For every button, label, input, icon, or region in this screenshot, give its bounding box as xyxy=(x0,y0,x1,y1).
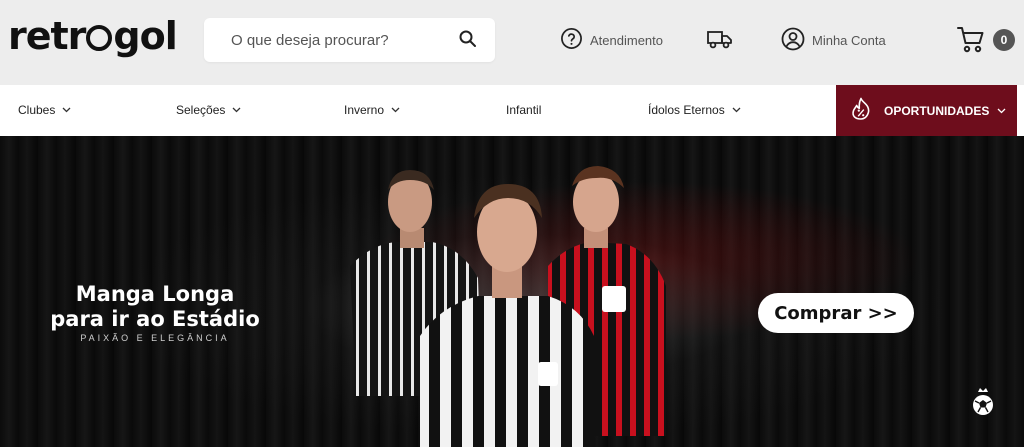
nav-label: Ídolos Eternos xyxy=(648,103,725,117)
support-link[interactable]: Atendimento xyxy=(560,27,663,53)
user-circle-icon xyxy=(781,27,812,54)
nav-label: Inverno xyxy=(344,103,385,117)
cart-count-badge[interactable]: 0 xyxy=(993,29,1015,51)
logo-text-start: retr xyxy=(8,14,86,58)
discount-flame-icon xyxy=(850,97,872,124)
delivery-link[interactable] xyxy=(707,29,740,52)
nav-label: Seleções xyxy=(176,103,226,117)
chevron-down-icon xyxy=(62,107,71,113)
nav-item-selecoes[interactable]: Seleções xyxy=(176,103,241,117)
hero-title-line-2: para ir ao Estádio xyxy=(50,307,260,331)
nav-label: Clubes xyxy=(18,103,56,117)
main-navigation: Clubes Seleções Inverno Infantil Ídolos … xyxy=(0,85,1024,136)
hero-title-line-1: Manga Longa xyxy=(75,282,235,306)
cart-icon[interactable] xyxy=(956,24,986,59)
search-input[interactable] xyxy=(204,18,444,62)
nav-label: Infantil xyxy=(506,103,542,117)
chevron-down-icon xyxy=(232,107,241,113)
ball-icon xyxy=(86,25,113,51)
top-header: retrgol Atendimento Minha Conta 0 xyxy=(0,0,1024,85)
nav-item-infantil[interactable]: Infantil xyxy=(506,103,541,117)
buy-button[interactable]: Comprar >> xyxy=(758,293,914,333)
hero-title: Manga Longa para ir ao Estádio xyxy=(46,282,264,332)
nav-item-clubes[interactable]: Clubes xyxy=(18,103,71,117)
truck-icon xyxy=(707,29,740,52)
soccer-ball-crown-icon xyxy=(971,386,995,421)
oportunidades-label: OPORTUNIDADES xyxy=(884,103,990,118)
nav-item-idolos-eternos[interactable]: Ídolos Eternos xyxy=(648,103,741,117)
chevron-down-icon xyxy=(391,107,400,113)
chevron-down-icon xyxy=(997,108,1006,113)
account-link[interactable]: Minha Conta xyxy=(781,27,886,54)
hero-banner[interactable]: Manga Longa para ir ao Estádio PAIXÃO E … xyxy=(0,136,1024,447)
nav-item-inverno[interactable]: Inverno xyxy=(344,103,400,117)
retrogol-logo[interactable]: retr gol xyxy=(8,14,178,58)
search-box xyxy=(204,18,495,62)
logo-text-end: gol xyxy=(113,14,177,58)
hero-subtitle: PAIXÃO E ELEGÂNCIA xyxy=(80,333,230,343)
help-circle-icon xyxy=(560,27,590,53)
chevron-down-icon xyxy=(732,107,741,113)
search-icon[interactable] xyxy=(459,30,477,53)
nav-item-oportunidades[interactable]: OPORTUNIDADES xyxy=(836,85,1017,136)
account-label: Minha Conta xyxy=(812,33,886,48)
support-label: Atendimento xyxy=(590,32,663,48)
